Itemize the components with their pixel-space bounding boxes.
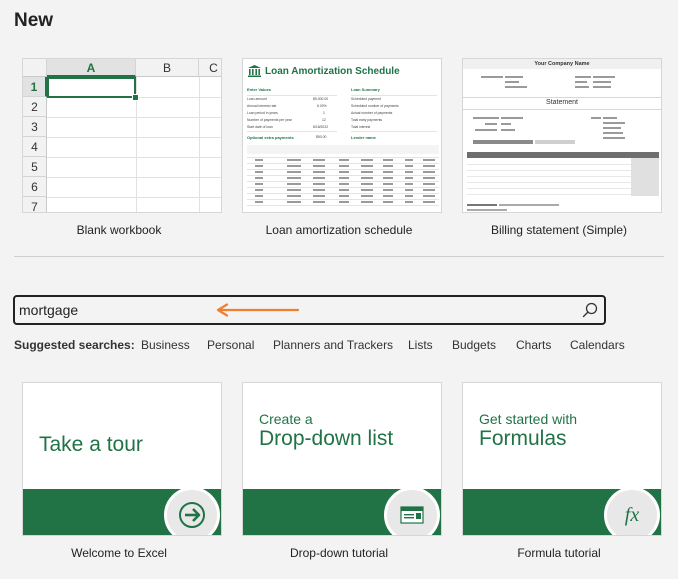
arrow-annotation-icon — [216, 303, 300, 317]
template-label-loan-amortization: Loan amortization schedule — [265, 223, 413, 237]
fill-handle — [132, 94, 139, 101]
template-search-box[interactable] — [13, 295, 606, 325]
template-blank-workbook[interactable]: A B C 1 2 3 4 5 6 7 — [22, 58, 222, 213]
optional-payments-label: Optional extra payments — [247, 135, 294, 140]
tutorial-label-dropdown: Drop-down tutorial — [289, 546, 389, 560]
loan-row-value: 6.00% — [317, 104, 327, 108]
optional-payments-value: $50.00 — [316, 135, 327, 139]
row-header-1: 1 — [23, 77, 47, 97]
fx-icon: fx — [625, 504, 640, 526]
tutorial-label-formulas: Formula tutorial — [517, 546, 601, 560]
tutorial-icon-circle — [164, 487, 220, 535]
billing-statement-heading: Statement — [546, 99, 578, 106]
amortization-table-preview — [247, 145, 439, 206]
svg-text:fx: fx — [625, 504, 640, 526]
suggested-link-calendars[interactable]: Calendars — [570, 338, 625, 352]
suggested-link-charts[interactable]: Charts — [516, 338, 551, 352]
tutorial-icon-circle: fx — [604, 487, 660, 535]
loan-summary-label: Total interest — [351, 125, 371, 129]
loan-row-value: 8/18/2022 — [313, 125, 329, 129]
loan-row-value: 1 — [323, 111, 325, 115]
tutorial-subheadline: Create a — [259, 411, 313, 427]
tutorial-label-welcome: Welcome to Excel — [71, 546, 167, 560]
loan-summary-label: Scheduled payment — [351, 97, 381, 101]
tutorial-headline: Formulas — [479, 427, 567, 450]
search-icon[interactable] — [582, 302, 598, 318]
loan-row-label: Number of payments per year — [247, 118, 292, 122]
lender-name-label: Lender name — [351, 135, 376, 140]
suggested-link-business[interactable]: Business — [141, 338, 190, 352]
column-header-c: C — [199, 59, 221, 77]
billing-statement-preview — [463, 76, 661, 211]
suggested-link-lists[interactable]: Lists — [408, 338, 433, 352]
loan-summary-label: Scheduled number of payments — [351, 104, 399, 108]
corner-cell — [23, 59, 47, 77]
loan-row-label: Annual interest rate — [247, 104, 277, 108]
loan-summary-label: Actual number of payments — [351, 111, 393, 115]
row-header-6: 6 — [23, 177, 47, 197]
selected-cell — [47, 77, 136, 98]
dropdown-list-icon — [400, 506, 424, 524]
loan-row-label: Start date of loan — [247, 125, 273, 129]
loan-row-label: Loan period in years — [247, 111, 278, 115]
template-label-blank-workbook: Blank workbook — [76, 223, 162, 237]
loan-row-value: 12 — [322, 118, 326, 122]
loan-summary-heading: Loan Summary — [351, 87, 380, 92]
template-loan-amortization[interactable]: Loan Amortization Schedule Enter Values … — [242, 58, 442, 213]
enter-values-heading: Enter Values — [247, 87, 272, 92]
section-divider — [14, 256, 664, 257]
loan-row-label: Loan amount — [247, 97, 267, 101]
tutorial-icon-circle — [384, 487, 440, 535]
row-header-4: 4 — [23, 137, 47, 157]
workbook-grid: A B C 1 2 3 4 5 6 7 — [23, 59, 221, 212]
loan-summary-label: Total early payments — [351, 118, 383, 122]
suggested-searches-label: Suggested searches: — [14, 338, 135, 352]
tutorial-headline: Take a tour — [39, 433, 143, 456]
suggested-link-planners[interactable]: Planners and Trackers — [273, 338, 393, 352]
column-header-a: A — [47, 59, 136, 77]
template-label-billing-statement: Billing statement (Simple) — [490, 223, 628, 237]
tutorial-headline: Drop-down list — [259, 427, 394, 450]
loan-row-value: $5,000.00 — [313, 97, 329, 101]
template-billing-statement[interactable]: Your Company Name Statement — [462, 58, 662, 213]
row-header-5: 5 — [23, 157, 47, 177]
column-header-b: B — [136, 59, 199, 77]
suggested-link-budgets[interactable]: Budgets — [452, 338, 496, 352]
loan-title: Loan Amortization Schedule — [265, 66, 400, 77]
tutorial-subheadline: Get started with — [479, 411, 578, 427]
suggested-link-personal[interactable]: Personal — [207, 338, 254, 352]
bank-icon — [248, 65, 261, 77]
row-header-3: 3 — [23, 117, 47, 137]
tutorial-formulas[interactable]: Get started with Formulas fx — [462, 382, 662, 536]
tutorial-dropdown[interactable]: Create a Drop-down list — [242, 382, 442, 536]
row-header-7: 7 — [23, 197, 47, 212]
arrow-right-icon — [179, 502, 205, 528]
page-title: New — [14, 10, 54, 31]
tutorial-welcome[interactable]: Take a tour — [22, 382, 222, 536]
row-header-2: 2 — [23, 97, 47, 117]
